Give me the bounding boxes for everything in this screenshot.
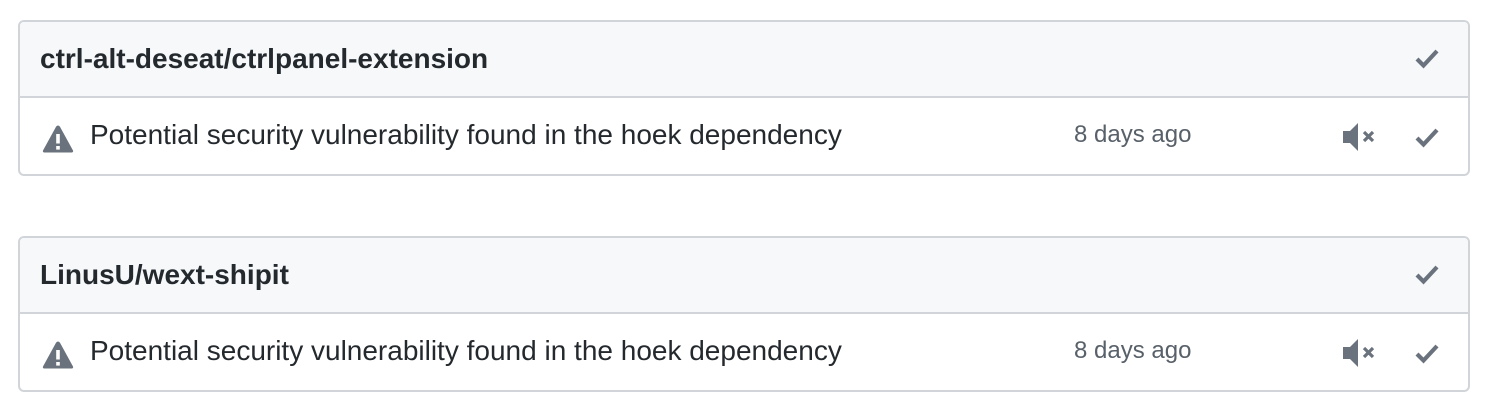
notification-group-header: ctrl-alt-deseat/ctrlpanel-extension [20,22,1468,98]
repo-name[interactable]: LinusU/wext-shipit [40,257,289,293]
check-icon [1415,128,1439,148]
notification-row[interactable]: Potential security vulnerability found i… [20,314,1468,390]
repo-name[interactable]: ctrl-alt-deseat/ctrlpanel-extension [40,41,488,77]
mute-icon [1343,123,1375,151]
check-icon [1415,49,1439,69]
mute-icon [1343,339,1375,367]
mark-all-read-button[interactable] [1412,43,1442,73]
notification-timestamp: 8 days ago [1074,337,1192,364]
notification-group: LinusU/wext-shipit Potential security vu… [18,236,1470,392]
mark-as-read-button[interactable] [1412,338,1442,368]
mark-as-read-button[interactable] [1412,122,1442,152]
check-icon [1415,265,1439,285]
alert-icon [42,341,74,369]
check-icon [1415,344,1439,364]
mark-all-read-button[interactable] [1412,259,1442,289]
notification-title[interactable]: Potential security vulnerability found i… [90,333,842,369]
notification-group: ctrl-alt-deseat/ctrlpanel-extension Pote… [18,20,1470,176]
notification-timestamp: 8 days ago [1074,121,1192,148]
notification-group-header: LinusU/wext-shipit [20,238,1468,314]
notification-title[interactable]: Potential security vulnerability found i… [90,117,842,153]
unsubscribe-button[interactable] [1340,336,1378,370]
unsubscribe-button[interactable] [1340,120,1378,154]
notification-row[interactable]: Potential security vulnerability found i… [20,98,1468,174]
alert-icon [42,125,74,153]
